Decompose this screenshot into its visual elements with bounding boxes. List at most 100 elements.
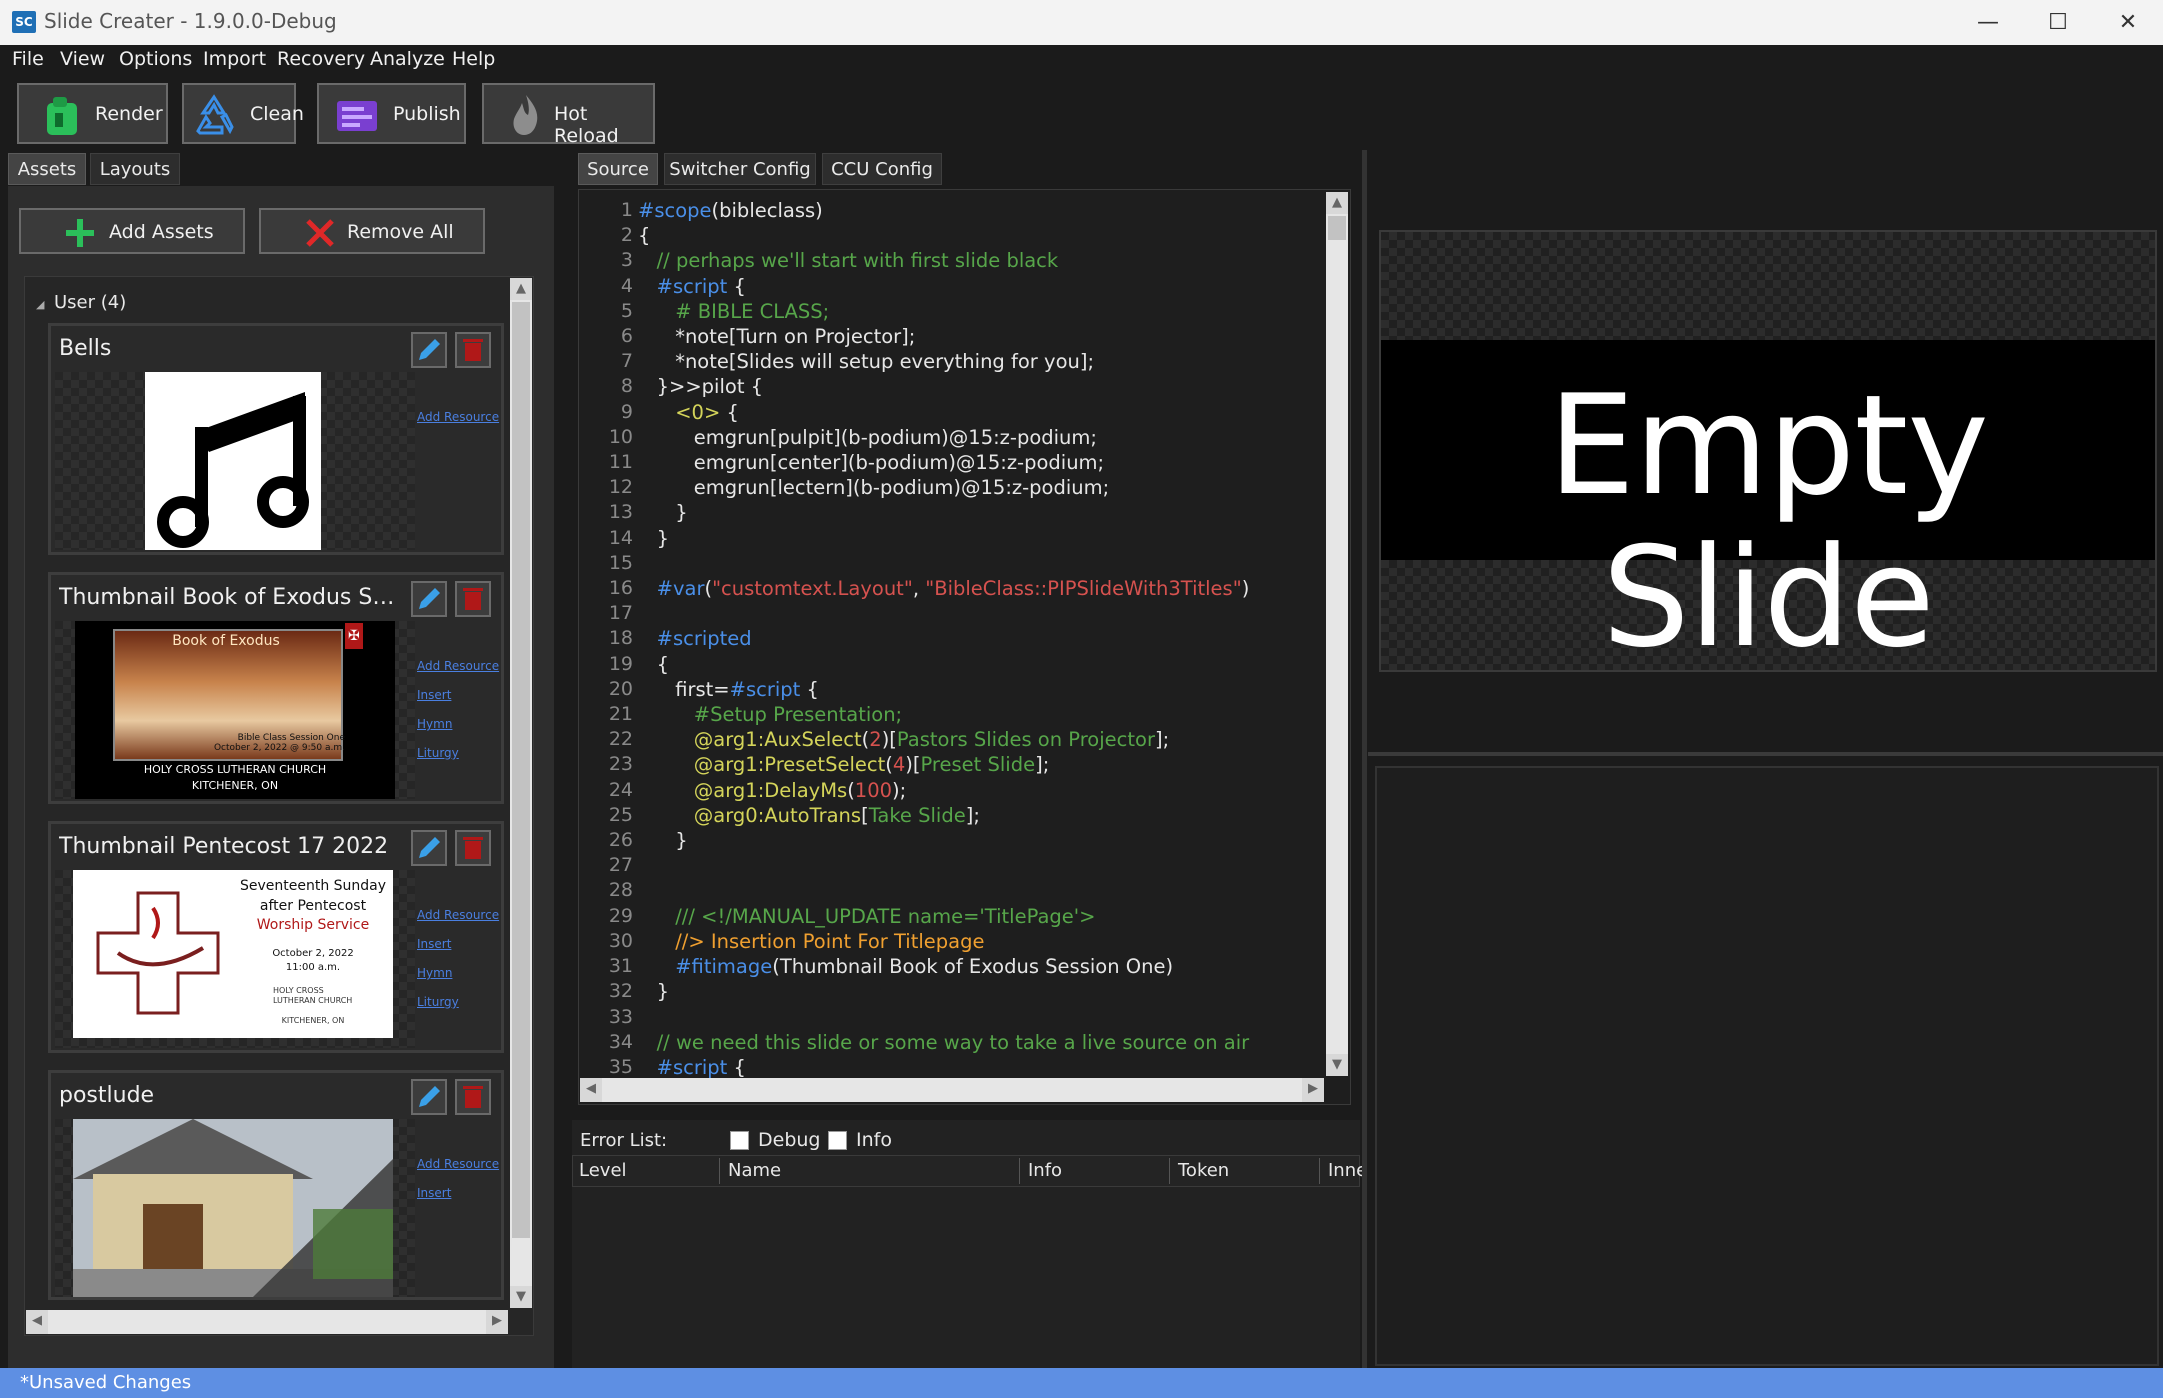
scroll-right-icon[interactable]: ▶ bbox=[1302, 1078, 1324, 1102]
code-line[interactable]: #script { bbox=[638, 1055, 1249, 1080]
code-line[interactable]: # BIBLE CLASS; bbox=[638, 299, 1249, 324]
liturgy-link[interactable]: Liturgy bbox=[417, 995, 499, 1009]
menu-file[interactable]: File bbox=[12, 48, 44, 70]
clean-button[interactable]: Clean bbox=[182, 83, 304, 144]
add-resource-link[interactable]: Add Resource bbox=[417, 908, 499, 922]
code-line[interactable]: { bbox=[638, 652, 1249, 677]
code-line[interactable]: @arg1:PresetSelect(4)[Preset Slide]; bbox=[638, 752, 1249, 777]
editor-vertical-scrollbar[interactable] bbox=[1326, 192, 1348, 1076]
insert-link[interactable]: Insert bbox=[417, 937, 499, 951]
code-line[interactable]: } bbox=[638, 500, 1249, 525]
tab-assets[interactable]: Assets bbox=[8, 153, 86, 185]
code-line[interactable]: } bbox=[638, 828, 1249, 853]
delete-button[interactable] bbox=[455, 581, 491, 617]
code-line[interactable]: { bbox=[638, 223, 1249, 248]
code-line[interactable]: emgrun[pulpit](b-podium)@15:z-podium; bbox=[638, 425, 1249, 450]
code-line[interactable]: //> Insertion Point For Titlepage bbox=[638, 929, 1249, 954]
menu-analyze[interactable]: Analyze bbox=[370, 48, 445, 70]
code-line[interactable]: first=#script { bbox=[638, 677, 1249, 702]
hymn-link[interactable]: Hymn bbox=[417, 966, 499, 980]
source-code-editor[interactable]: 1 2 3 4 5 6 7 8 9 10 11 12 13 14 15 16 17 18 19 20 21 22 23 24 2… bbox=[578, 189, 1351, 1105]
add-resource-link[interactable]: Add Resource bbox=[417, 659, 499, 673]
add-resource-link[interactable]: Add Resource bbox=[417, 1157, 499, 1171]
asset-scroll-thumb[interactable] bbox=[512, 302, 530, 1238]
code-line[interactable]: #Setup Presentation; bbox=[638, 702, 1249, 727]
code-line[interactable]: *note[Turn on Projector]; bbox=[638, 324, 1249, 349]
editor-horizontal-scrollbar[interactable] bbox=[580, 1078, 1324, 1102]
panel-splitter[interactable] bbox=[1362, 150, 1367, 1368]
info-checkbox[interactable] bbox=[828, 1131, 847, 1150]
preview-splitter[interactable] bbox=[1368, 752, 2163, 756]
code-line[interactable] bbox=[638, 853, 1249, 878]
column-info[interactable]: Info bbox=[1028, 1160, 1062, 1181]
code-line[interactable]: <0> { bbox=[638, 400, 1249, 425]
remove-all-button[interactable]: Remove All bbox=[259, 208, 485, 254]
scroll-down-icon[interactable]: ▼ bbox=[510, 1286, 532, 1308]
delete-button[interactable] bbox=[455, 1079, 491, 1115]
delete-button[interactable] bbox=[455, 830, 491, 866]
menu-help[interactable]: Help bbox=[452, 48, 495, 70]
column-name[interactable]: Name bbox=[728, 1160, 781, 1181]
menu-options[interactable]: Options bbox=[119, 48, 192, 70]
add-assets-button[interactable]: Add Assets bbox=[19, 208, 245, 254]
code-line[interactable]: #fitimage(Thumbnail Book of Exodus Sessi… bbox=[638, 954, 1249, 979]
edit-button[interactable] bbox=[411, 830, 447, 866]
code-line[interactable] bbox=[638, 551, 1249, 576]
code-line[interactable] bbox=[638, 1005, 1249, 1030]
column-level[interactable]: Level bbox=[579, 1160, 627, 1181]
debug-checkbox[interactable] bbox=[730, 1131, 749, 1150]
tab-switcher-config[interactable]: Switcher Config bbox=[664, 153, 816, 185]
column-divider[interactable] bbox=[1319, 1158, 1320, 1184]
editor-scroll-thumb[interactable] bbox=[1328, 216, 1346, 240]
asset-horizontal-scrollbar[interactable] bbox=[26, 1310, 508, 1334]
delete-button[interactable] bbox=[455, 332, 491, 368]
code-line[interactable]: /// <!/MANUAL_UPDATE name='TitlePage'> bbox=[638, 904, 1249, 929]
tab-ccu-config[interactable]: CCU Config bbox=[822, 153, 942, 185]
insert-link[interactable]: Insert bbox=[417, 688, 499, 702]
code-line[interactable]: } bbox=[638, 526, 1249, 551]
maximize-button[interactable]: ☐ bbox=[2023, 0, 2093, 45]
code-line[interactable]: // we need this slide or some way to tak… bbox=[638, 1030, 1250, 1055]
code-line[interactable]: #scope(bibleclass) bbox=[638, 198, 1249, 223]
menu-recovery[interactable]: Recovery bbox=[277, 48, 365, 70]
add-resource-link[interactable]: Add Resource bbox=[417, 410, 499, 424]
column-token[interactable]: Token bbox=[1178, 1160, 1229, 1181]
publish-button[interactable]: Publish bbox=[317, 83, 466, 144]
hymn-link[interactable]: Hymn bbox=[417, 717, 499, 731]
code-line[interactable]: // perhaps we'll start with first slide … bbox=[638, 248, 1249, 273]
scroll-right-icon[interactable]: ▶ bbox=[486, 1310, 508, 1334]
code-line[interactable]: emgrun[center](b-podium)@15:z-podium; bbox=[638, 450, 1249, 475]
code-line[interactable] bbox=[638, 878, 1249, 903]
tab-source[interactable]: Source bbox=[578, 153, 658, 185]
hot-reload-button[interactable]: Hot Reload bbox=[482, 83, 655, 147]
scroll-up-icon[interactable]: ▲ bbox=[510, 278, 532, 300]
minimize-button[interactable]: — bbox=[1953, 0, 2023, 45]
code-line[interactable]: #var("customtext.Layout", "BibleClass::P… bbox=[638, 576, 1250, 601]
tab-layouts[interactable]: Layouts bbox=[90, 153, 180, 185]
edit-button[interactable] bbox=[411, 332, 447, 368]
code-line[interactable]: #script { bbox=[638, 274, 1249, 299]
scroll-up-icon[interactable]: ▲ bbox=[1326, 192, 1348, 214]
scroll-left-icon[interactable]: ◀ bbox=[580, 1078, 602, 1102]
insert-link[interactable]: Insert bbox=[417, 1186, 499, 1200]
edit-button[interactable] bbox=[411, 1079, 447, 1115]
code-line[interactable]: *note[Slides will setup everything for y… bbox=[638, 349, 1249, 374]
column-divider[interactable] bbox=[719, 1158, 720, 1184]
column-divider[interactable] bbox=[1169, 1158, 1170, 1184]
edit-button[interactable] bbox=[411, 581, 447, 617]
code-line[interactable]: @arg1:AuxSelect(2)[Pastors Slides on Pro… bbox=[638, 727, 1249, 752]
close-button[interactable]: ✕ bbox=[2093, 0, 2163, 45]
code-line[interactable]: @arg1:DelayMs(100); bbox=[638, 778, 1249, 803]
code-line[interactable]: }>>pilot { bbox=[638, 374, 1249, 399]
code-line[interactable]: #scripted bbox=[638, 626, 1249, 651]
code-line[interactable]: @arg0:AutoTrans[Take Slide]; bbox=[638, 803, 1249, 828]
code-text[interactable]: #scope(bibleclass){ // perhaps we'll sta… bbox=[638, 198, 1249, 1080]
menu-import[interactable]: Import bbox=[203, 48, 266, 70]
scroll-down-icon[interactable]: ▼ bbox=[1326, 1054, 1348, 1076]
liturgy-link[interactable]: Liturgy bbox=[417, 746, 499, 760]
render-button[interactable]: Render bbox=[17, 83, 168, 144]
menu-view[interactable]: View bbox=[60, 48, 105, 70]
scroll-left-icon[interactable]: ◀ bbox=[26, 1310, 48, 1334]
code-line[interactable]: emgrun[lectern](b-podium)@15:z-podium; bbox=[638, 475, 1249, 500]
collapse-arrow-icon[interactable]: ◢ bbox=[36, 298, 44, 311]
